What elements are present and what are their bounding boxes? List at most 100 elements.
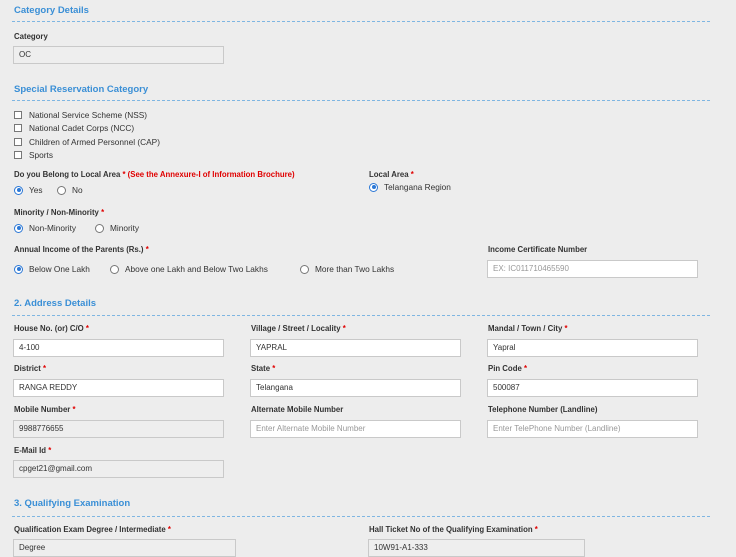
minority-label: Minority / Non-Minority * <box>14 208 104 217</box>
qualifying-exam-title: 3. Qualifying Examination <box>14 498 131 509</box>
local-area-question-text: Do you Belong to Local Area <box>14 170 121 179</box>
pin-label-text: Pin Code <box>488 364 522 373</box>
minority-option[interactable]: Minority <box>95 223 139 233</box>
house-label-text: House No. (or) C/O <box>14 324 84 333</box>
required-mark: * <box>101 208 105 217</box>
hall-ticket-label-text: Hall Ticket No of the Qualifying Examina… <box>369 525 533 534</box>
income-one-to-two-lakh-radio[interactable] <box>110 264 119 274</box>
income-above-two-lakh-label: More than Two Lakhs <box>315 264 395 274</box>
state-input[interactable]: Telangana <box>250 379 461 397</box>
income-below-one-lakh-radio[interactable] <box>14 264 23 274</box>
district-label: District * <box>14 364 46 373</box>
minority-radio[interactable] <box>95 223 104 233</box>
local-area-label-text: Local Area <box>369 170 409 179</box>
local-area-no-radio[interactable] <box>57 185 66 195</box>
local-area-question: Do you Belong to Local Area * (See the A… <box>14 170 295 179</box>
non-minority-option[interactable]: Non-Minority <box>14 223 76 233</box>
sports-label: Sports <box>29 150 53 160</box>
section-divider <box>12 315 710 316</box>
income-label-text: Annual Income of the Parents (Rs.) <box>14 245 144 254</box>
income-certificate-input[interactable]: EX: IC011710465590 <box>487 260 698 278</box>
required-mark: * <box>85 324 89 333</box>
category-details-title: Category Details <box>14 5 89 16</box>
income-below-one-lakh-label: Below One Lakh <box>29 264 90 274</box>
village-input[interactable]: YAPRAL <box>250 339 461 357</box>
non-minority-label: Non-Minority <box>29 223 77 233</box>
mobile-field[interactable]: 9988776655 <box>13 420 224 438</box>
pin-input[interactable]: 500087 <box>487 379 698 397</box>
required-mark: * <box>342 324 346 333</box>
local-area-yes-radio[interactable] <box>14 185 23 195</box>
nss-checkbox[interactable] <box>14 111 22 119</box>
required-mark: * <box>272 364 276 373</box>
required-mark: * <box>523 364 528 373</box>
required-mark: * <box>410 170 414 179</box>
house-input[interactable]: 4-100 <box>13 339 224 357</box>
telephone-label: Telephone Number (Landline) <box>488 405 598 414</box>
income-label: Annual Income of the Parents (Rs.) * <box>14 245 149 254</box>
cap-checkbox[interactable] <box>14 138 22 146</box>
email-label-text: E-Mail Id <box>14 446 47 455</box>
income-below-one-lakh-option[interactable]: Below One Lakh <box>14 264 90 274</box>
alternate-mobile-input[interactable]: Enter Alternate Mobile Number <box>250 420 461 438</box>
district-label-text: District <box>14 364 41 373</box>
section-divider <box>12 21 710 22</box>
local-area-yes-label: Yes <box>29 185 43 195</box>
village-label: Village / Street / Locality * <box>251 324 346 333</box>
telangana-region-option[interactable]: Telangana Region <box>369 182 451 192</box>
income-above-two-lakh-option[interactable]: More than Two Lakhs <box>300 264 394 274</box>
required-mark: * <box>122 170 126 179</box>
category-field[interactable]: OC <box>13 46 224 64</box>
required-mark: * <box>145 245 149 254</box>
ncc-checkbox-option[interactable]: National Cadet Corps (NCC) <box>14 123 134 133</box>
district-input[interactable]: RANGA REDDY <box>13 379 224 397</box>
state-label: State * <box>251 364 275 373</box>
required-mark: * <box>564 324 568 333</box>
email-field[interactable]: cpget21@gmail.com <box>13 460 224 478</box>
local-area-no-label: No <box>72 185 83 195</box>
local-area-no-option[interactable]: No <box>57 185 83 195</box>
mandal-label: Mandal / Town / City * <box>488 324 568 333</box>
nss-checkbox-option[interactable]: National Service Scheme (NSS) <box>14 110 147 120</box>
telangana-region-label: Telangana Region <box>384 182 451 192</box>
state-label-text: State <box>251 364 271 373</box>
sports-checkbox[interactable] <box>14 151 22 159</box>
minority-choice-label: Minority <box>110 223 140 233</box>
telephone-input[interactable]: Enter TelePhone Number (Landline) <box>487 420 698 438</box>
local-area-yes-option[interactable]: Yes <box>14 185 43 195</box>
special-reservation-title: Special Reservation Category <box>14 84 149 95</box>
pin-label: Pin Code * <box>488 364 527 373</box>
required-mark: * <box>534 525 538 534</box>
village-label-text: Village / Street / Locality <box>251 324 341 333</box>
telangana-region-radio[interactable] <box>369 182 378 192</box>
required-mark: * <box>48 446 52 455</box>
cap-checkbox-option[interactable]: Children of Armed Personnel (CAP) <box>14 137 160 147</box>
email-label: E-Mail Id * <box>14 446 51 455</box>
section-divider <box>12 100 710 101</box>
qualification-degree-label: Qualification Exam Degree / Intermediate… <box>14 525 171 534</box>
ncc-checkbox[interactable] <box>14 124 22 132</box>
non-minority-radio[interactable] <box>14 223 23 233</box>
required-mark: * <box>72 405 76 414</box>
hall-ticket-label: Hall Ticket No of the Qualifying Examina… <box>369 525 538 534</box>
required-mark: * <box>167 525 171 534</box>
mandal-input[interactable]: Yapral <box>487 339 698 357</box>
income-certificate-label: Income Certificate Number <box>488 245 588 254</box>
income-above-two-lakh-radio[interactable] <box>300 264 309 274</box>
sports-checkbox-option[interactable]: Sports <box>14 150 53 160</box>
address-details-title: 2. Address Details <box>14 298 97 309</box>
section-divider <box>12 516 710 517</box>
mandal-label-text: Mandal / Town / City <box>488 324 563 333</box>
category-label: Category <box>14 32 48 41</box>
minority-label-text: Minority / Non-Minority <box>14 208 99 217</box>
cap-label: Children of Armed Personnel (CAP) <box>29 137 160 147</box>
house-label: House No. (or) C/O * <box>14 324 89 333</box>
mobile-label-text: Mobile Number <box>14 405 71 414</box>
hall-ticket-field[interactable]: 10W91-A1-333 <box>368 539 585 557</box>
income-one-to-two-lakh-option[interactable]: Above one Lakh and Below Two Lakhs <box>110 264 268 274</box>
qualification-degree-field[interactable]: Degree <box>13 539 236 557</box>
nss-label: National Service Scheme (NSS) <box>29 110 148 120</box>
local-area-label: Local Area * <box>369 170 414 179</box>
alternate-mobile-label: Alternate Mobile Number <box>251 405 344 414</box>
qualification-degree-label-text: Qualification Exam Degree / Intermediate <box>14 525 166 534</box>
